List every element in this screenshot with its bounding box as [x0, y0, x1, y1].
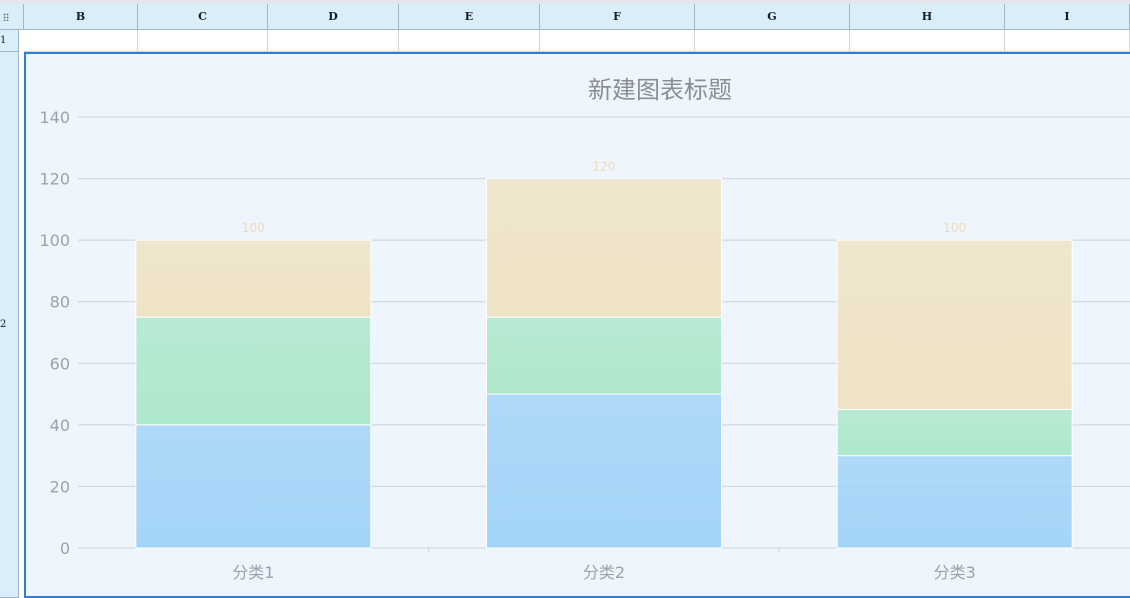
- cell-d1[interactable]: [268, 30, 399, 52]
- select-all-corner[interactable]: [0, 4, 24, 30]
- cell-b1[interactable]: [24, 30, 138, 52]
- column-header-b[interactable]: B: [24, 4, 138, 30]
- total-data-label: 100: [943, 221, 966, 235]
- bar-segment[interactable]: [135, 424, 372, 549]
- cell-h1[interactable]: [850, 30, 1005, 52]
- bar-segment[interactable]: [486, 316, 722, 395]
- total-data-label: 120: [593, 160, 616, 174]
- column-header-i[interactable]: I: [1005, 4, 1130, 30]
- bar-segment[interactable]: [836, 408, 1073, 457]
- y-tick-label: 0: [60, 539, 70, 558]
- cell-e1[interactable]: [399, 30, 540, 52]
- category-label: 分类1: [232, 563, 274, 582]
- column-header-f[interactable]: F: [540, 4, 695, 30]
- bar-segment[interactable]: [836, 455, 1073, 549]
- grip-icon: [3, 13, 9, 21]
- column-header-g[interactable]: G: [695, 4, 850, 30]
- stacked-bar-chart: 新建图表标题 020406080100120140 100120100 分类1 分…: [39, 76, 1130, 582]
- y-tick-label: 60: [50, 354, 70, 373]
- cell-f1[interactable]: [540, 30, 695, 52]
- row-header-1[interactable]: 1: [0, 30, 19, 52]
- bar-segment[interactable]: [486, 393, 722, 549]
- cell-c1[interactable]: [138, 30, 268, 52]
- y-axis: 0 20 40 60 80 100 120 140: [39, 108, 70, 558]
- bars: 100 120 100: [135, 160, 1073, 549]
- column-header-c[interactable]: C: [138, 4, 268, 30]
- y-tick-label: 20: [50, 477, 70, 496]
- chart-title[interactable]: 新建图表标题: [588, 76, 732, 104]
- bar-segment[interactable]: [135, 316, 372, 426]
- bar-segment[interactable]: [486, 178, 722, 318]
- y-tick-label: 80: [50, 293, 70, 312]
- y-tick-label: 120: [39, 170, 70, 189]
- y-tick-label: 100: [39, 231, 70, 250]
- cell-g1[interactable]: [695, 30, 850, 52]
- bar-segment[interactable]: [836, 239, 1073, 410]
- row-header-2[interactable]: 2: [0, 52, 19, 598]
- y-tick-label: 40: [50, 416, 70, 435]
- y-tick-label: 140: [39, 108, 70, 127]
- column-header-d[interactable]: D: [268, 4, 399, 30]
- x-axis: 分类1 分类2 分类3: [232, 548, 976, 582]
- bar-segment[interactable]: [135, 239, 372, 318]
- total-data-label: 100: [242, 221, 265, 235]
- cell-i1[interactable]: [1005, 30, 1130, 52]
- category-label: 分类3: [934, 563, 976, 582]
- category-label: 分类2: [583, 563, 625, 582]
- column-header-e[interactable]: E: [399, 4, 540, 30]
- column-header-h[interactable]: H: [850, 4, 1005, 30]
- chart-object[interactable]: 新建图表标题 0 20 40 60 80 100 120 140 100 120 100 分类1 分…: [24, 52, 1130, 598]
